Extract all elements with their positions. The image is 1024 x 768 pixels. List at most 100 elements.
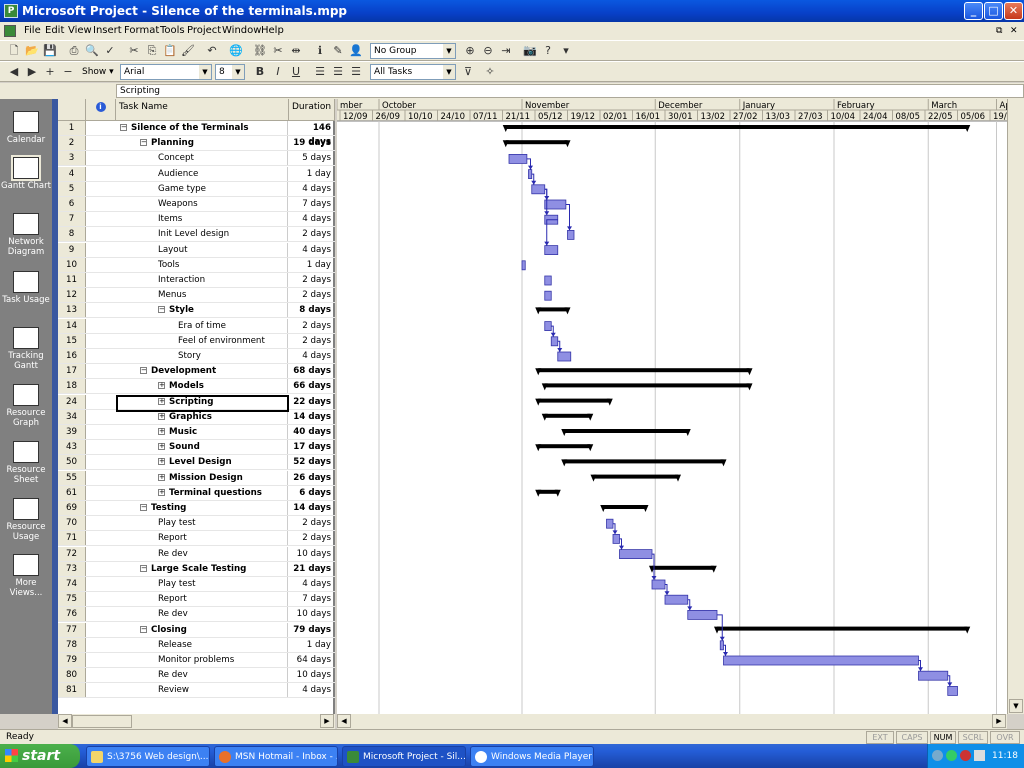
filter-select[interactable]: All Tasks ▼: [370, 64, 456, 80]
maximize-button[interactable]: □: [984, 2, 1003, 20]
indent-icon[interactable]: ▶: [24, 65, 40, 79]
underline-button[interactable]: U: [288, 65, 304, 79]
help-icon[interactable]: ?: [540, 44, 556, 58]
autofilter-icon[interactable]: ⊽: [460, 65, 476, 79]
row-id[interactable]: 55: [58, 470, 86, 485]
row-id[interactable]: 17: [58, 364, 86, 379]
menu-window[interactable]: Window: [222, 22, 261, 40]
cut-icon[interactable]: ✂: [126, 44, 142, 58]
duration-cell[interactable]: 14 days: [289, 501, 331, 515]
vertical-scrollbar[interactable]: ▼: [1007, 99, 1024, 714]
row-id[interactable]: 72: [58, 546, 86, 561]
duration-cell[interactable]: 22 days: [289, 395, 331, 409]
task-name-cell[interactable]: + Mission Design: [116, 470, 288, 485]
row-id[interactable]: 10: [58, 257, 86, 272]
task-name-cell[interactable]: − Planning: [116, 136, 288, 151]
taskbar-media-player[interactable]: Windows Media Player: [470, 746, 594, 767]
task-row[interactable]: 72 Re dev 10 days: [58, 546, 335, 562]
duration-cell[interactable]: 2 days: [289, 227, 331, 241]
task-row[interactable]: 10 Tools 1 day: [58, 257, 335, 273]
row-id[interactable]: 2: [58, 136, 86, 151]
copy-icon[interactable]: ⎘: [144, 44, 160, 58]
task-row[interactable]: 81 Review 4 days: [58, 683, 335, 699]
task-name-cell[interactable]: Review: [116, 683, 288, 698]
row-id[interactable]: 80: [58, 668, 86, 683]
task-row[interactable]: 76 Re dev 10 days: [58, 607, 335, 623]
row-id[interactable]: 81: [58, 683, 86, 698]
task-row[interactable]: 70 Play test 2 days: [58, 516, 335, 532]
menu-view[interactable]: View: [68, 22, 92, 40]
collapse-icon[interactable]: −: [140, 139, 147, 147]
task-name-cell[interactable]: + Terminal questions: [116, 485, 288, 500]
view-network-diagram[interactable]: Network Diagram: [0, 213, 52, 257]
print-icon[interactable]: ⎙: [66, 44, 82, 58]
row-id[interactable]: 70: [58, 516, 86, 531]
row-id[interactable]: 8: [58, 227, 86, 242]
task-row[interactable]: 50 + Level Design 52 days: [58, 455, 335, 471]
select-all-cell[interactable]: [58, 99, 86, 121]
duration-cell[interactable]: 40 days: [289, 425, 331, 439]
row-id[interactable]: 43: [58, 440, 86, 455]
menu-project[interactable]: Project: [187, 22, 221, 40]
task-name-cell[interactable]: Report: [116, 531, 288, 546]
task-row[interactable]: 17− Development 68 days: [58, 364, 335, 380]
row-id[interactable]: 78: [58, 637, 86, 652]
task-name-cell[interactable]: Play test: [116, 516, 288, 531]
hide-subtasks-icon[interactable]: −: [60, 65, 76, 79]
duration-cell[interactable]: 17 days: [289, 440, 331, 454]
duration-cell[interactable]: 10 days: [289, 607, 331, 621]
view-resource-sheet[interactable]: Resource Sheet: [0, 441, 52, 485]
duration-cell[interactable]: 2 days: [289, 334, 331, 348]
align-right-icon[interactable]: ☰: [348, 65, 364, 79]
grid-scroll-left-icon[interactable]: ◀: [58, 714, 72, 728]
row-id[interactable]: 12: [58, 288, 86, 303]
row-id[interactable]: 13: [58, 303, 86, 318]
duration-cell[interactable]: 4 days: [289, 349, 331, 363]
menu-file[interactable]: File: [24, 22, 41, 40]
task-row[interactable]: 61 + Terminal questions 6 days: [58, 485, 335, 501]
task-row[interactable]: 7 Items 4 days: [58, 212, 335, 228]
tray-network-icon[interactable]: [932, 750, 943, 761]
hyperlink-icon[interactable]: 🌐: [228, 44, 244, 58]
tray-volume-icon[interactable]: [974, 750, 985, 761]
goto-task-icon[interactable]: ⇥: [498, 44, 514, 58]
task-name-cell[interactable]: + Sound: [116, 440, 288, 455]
task-row[interactable]: 69− Testing 14 days: [58, 501, 335, 516]
task-name-cell[interactable]: Report: [116, 592, 288, 607]
task-name-cell[interactable]: Interaction: [116, 273, 288, 287]
row-id[interactable]: 9: [58, 242, 86, 257]
duration-cell[interactable]: 4 days: [289, 683, 331, 697]
duration-cell[interactable]: 66 days: [289, 379, 331, 393]
collapse-icon[interactable]: −: [140, 504, 147, 511]
row-id[interactable]: 11: [58, 273, 86, 287]
task-name-cell[interactable]: Play test: [116, 577, 288, 591]
view-more-views[interactable]: More Views...: [0, 554, 52, 598]
open-icon[interactable]: 📂: [24, 44, 40, 58]
row-id[interactable]: 69: [58, 501, 86, 515]
duration-cell[interactable]: 8 days: [289, 303, 331, 317]
align-left-icon[interactable]: ☰: [312, 65, 328, 79]
scroll-down-icon[interactable]: ▼: [1009, 699, 1023, 713]
view-resource-usage[interactable]: Resource Usage: [0, 498, 52, 542]
bold-button[interactable]: B: [252, 65, 268, 79]
duration-cell[interactable]: 7 days: [289, 592, 331, 606]
expand-icon[interactable]: +: [158, 473, 165, 481]
task-row[interactable]: 77− Closing 79 days: [58, 622, 335, 638]
zoom-in-icon[interactable]: ⊕: [462, 44, 478, 58]
show-subtasks-icon[interactable]: +: [42, 65, 58, 79]
task-row[interactable]: 43 + Sound 17 days: [58, 440, 335, 456]
menu-help[interactable]: Help: [261, 22, 284, 40]
menu-insert[interactable]: Insert: [93, 22, 122, 40]
taskbar-project[interactable]: Microsoft Project - Sil...: [342, 746, 466, 767]
minimize-button[interactable]: _: [964, 2, 983, 20]
grid-horizontal-scrollbar[interactable]: ◀ ▶: [58, 714, 335, 729]
duration-cell[interactable]: 14 days: [289, 410, 331, 424]
collapse-icon[interactable]: −: [140, 367, 147, 375]
row-id[interactable]: 75: [58, 592, 86, 607]
view-calendar[interactable]: Calendar: [0, 111, 52, 145]
duration-cell[interactable]: 2 days: [289, 273, 331, 287]
expand-icon[interactable]: +: [158, 412, 165, 420]
row-id[interactable]: 73: [58, 561, 86, 576]
task-name-cell[interactable]: − Style: [116, 303, 288, 318]
format-painter-icon[interactable]: 🖌: [180, 44, 196, 58]
